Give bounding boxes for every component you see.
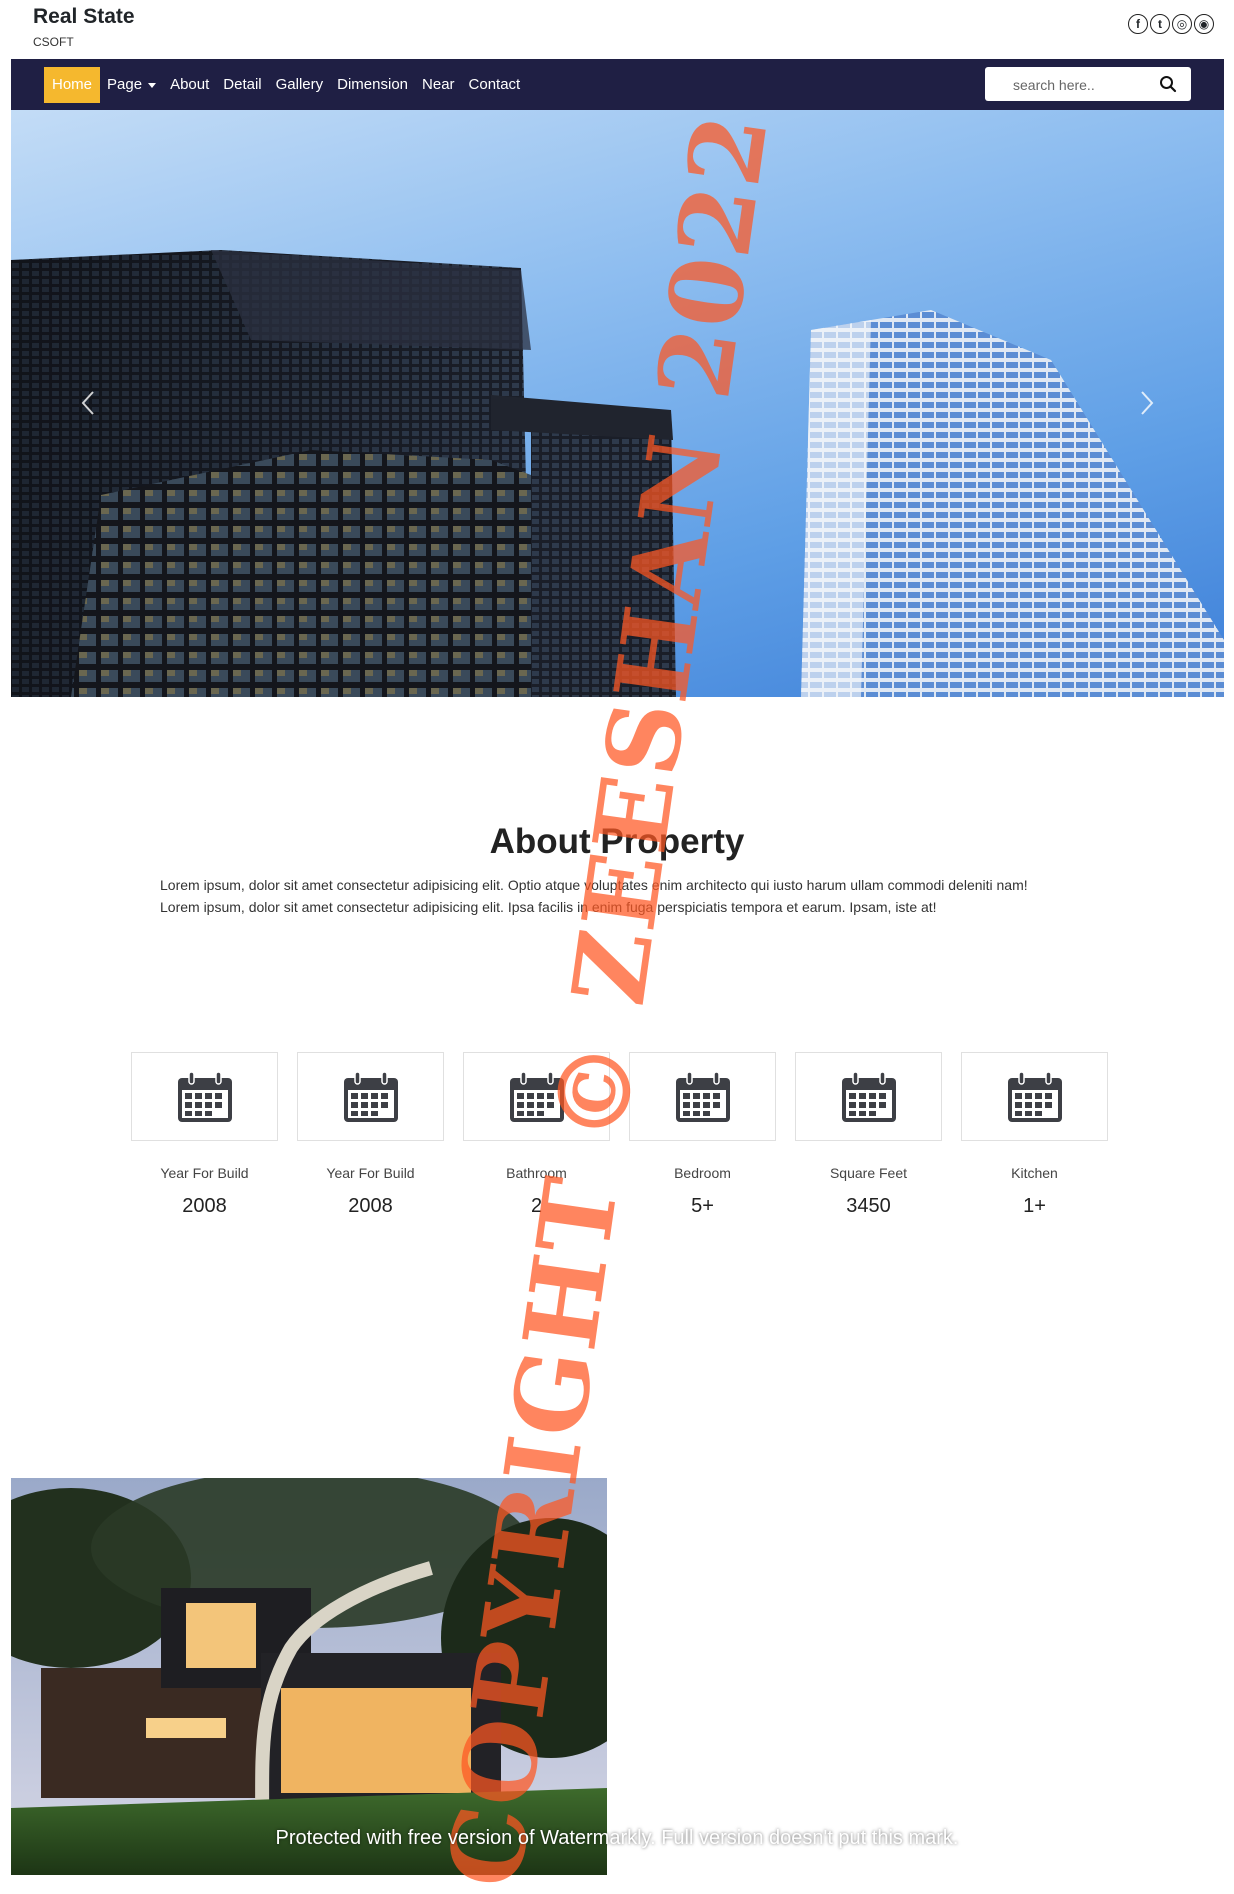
nav-item-gallery[interactable]: Gallery xyxy=(269,67,331,103)
twitter-icon[interactable]: t xyxy=(1150,14,1170,34)
search-input[interactable] xyxy=(1011,67,1155,103)
top-bar: Real State CSOFT f t ◎ ◉ xyxy=(0,0,1234,58)
search-box xyxy=(985,67,1191,103)
stat-icon-box xyxy=(131,1052,278,1141)
stat-square-feet: Square Feet 3450 xyxy=(795,1052,942,1218)
caret-down-icon xyxy=(148,82,157,88)
nav-item-about[interactable]: About xyxy=(163,67,216,103)
nav-menu: Home Page About Detail Gallery Dimension… xyxy=(44,67,527,103)
calendar-icon xyxy=(675,1070,730,1122)
stat-value: 2008 xyxy=(348,1195,393,1217)
stat-label: Kitchen xyxy=(1011,1165,1058,1181)
stat-value: 5+ xyxy=(691,1195,714,1217)
calendar-icon xyxy=(1007,1070,1062,1122)
nav-item-page-label: Page xyxy=(107,76,143,93)
stat-icon-box xyxy=(297,1052,444,1141)
nav-item-page[interactable]: Page xyxy=(100,67,163,103)
stat-value: 2008 xyxy=(182,1195,227,1217)
search-icon[interactable] xyxy=(1159,75,1177,93)
stat-icon-box xyxy=(795,1052,942,1141)
navbar: Home Page About Detail Gallery Dimension… xyxy=(11,59,1224,110)
instagram-icon[interactable]: ◎ xyxy=(1172,14,1192,34)
stat-icon-box xyxy=(961,1052,1108,1141)
social-links: f t ◎ ◉ xyxy=(1128,14,1214,34)
brand-subtitle: CSOFT xyxy=(33,35,74,49)
facebook-icon[interactable]: f xyxy=(1128,14,1148,34)
carousel-prev-icon[interactable] xyxy=(81,390,95,416)
nav-item-near[interactable]: Near xyxy=(415,67,462,103)
carousel-next-icon[interactable] xyxy=(1140,390,1154,416)
stat-year-build-2: Year For Build 2008 xyxy=(297,1052,444,1218)
nav-item-detail[interactable]: Detail xyxy=(216,67,268,103)
watermarkly-notice: Protected with free version of Watermark… xyxy=(275,1827,959,1849)
calendar-icon xyxy=(177,1070,232,1122)
stat-label: Bedroom xyxy=(674,1165,731,1181)
stat-value: 3450 xyxy=(846,1195,891,1217)
calendar-icon xyxy=(841,1070,896,1122)
stat-kitchen: Kitchen 1+ xyxy=(961,1052,1108,1218)
nav-item-home[interactable]: Home xyxy=(44,67,101,103)
stat-label: Square Feet xyxy=(829,1165,908,1181)
stat-year-build: Year For Build 2008 xyxy=(131,1052,278,1218)
nav-item-dimension[interactable]: Dimension xyxy=(330,67,415,103)
calendar-icon xyxy=(343,1070,398,1122)
stat-label: Year For Build xyxy=(326,1165,415,1181)
reddit-icon[interactable]: ◉ xyxy=(1194,14,1214,34)
brand-name[interactable]: Real State xyxy=(33,5,135,29)
stat-value: 1+ xyxy=(1023,1195,1046,1217)
nav-item-contact[interactable]: Contact xyxy=(462,67,528,103)
stat-label: Year For Build xyxy=(160,1165,249,1181)
